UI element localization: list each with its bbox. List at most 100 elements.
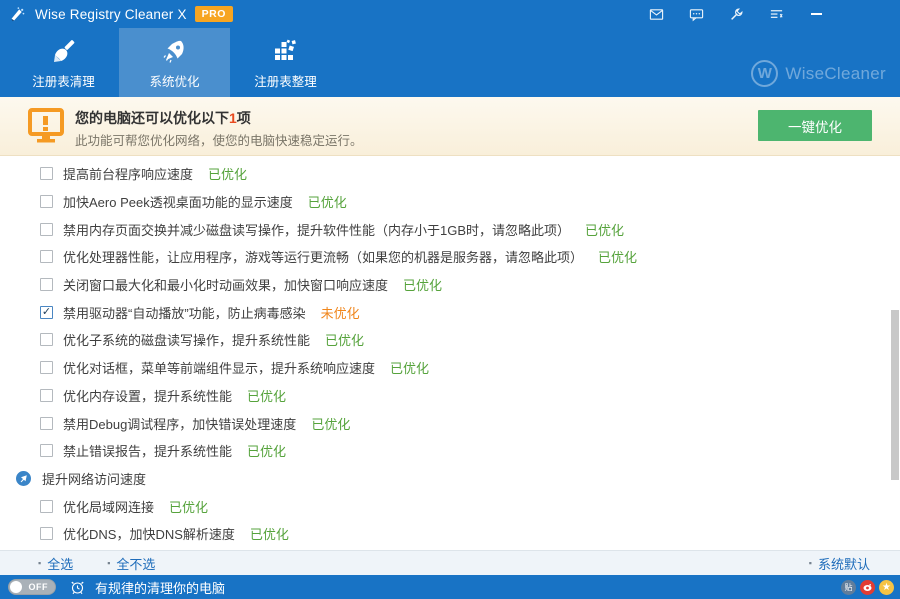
item-checkbox[interactable] (40, 389, 53, 402)
item-status: 已优化 (390, 358, 429, 377)
bullet-icon: ▪ (38, 558, 41, 568)
list-item[interactable]: ✓ 禁用驱动器“自动播放”功能，防止病毒感染 未优化 (0, 298, 900, 326)
item-label: 优化DNS，加快DNS解析速度 (63, 524, 235, 543)
banner-count: 1 (229, 110, 237, 126)
item-status: 已优化 (325, 330, 364, 349)
item-status: 已优化 (250, 524, 289, 543)
selection-footer: ▪ 全选 ▪ 全不选 ▪ 系统默认 (0, 550, 900, 575)
pro-badge: PRO (195, 6, 233, 22)
item-checkbox[interactable]: ✓ (40, 306, 53, 319)
tab-registry-cleaner[interactable]: 注册表清理 (8, 28, 119, 97)
list-item[interactable]: 加快Aero Peek透视桌面功能的显示速度 已优化 (0, 188, 900, 216)
item-checkbox[interactable] (40, 527, 53, 540)
list-item[interactable]: 优化内存设置，提升系统性能 已优化 (0, 382, 900, 410)
item-checkbox[interactable] (40, 500, 53, 513)
item-checkbox[interactable] (40, 250, 53, 263)
select-all-link[interactable]: ▪ 全选 (38, 554, 73, 573)
nav-bar: 注册表清理 系统优化 (0, 28, 900, 97)
item-label: 关闭窗口最大化和最小化时动画效果，加快窗口响应速度 (63, 275, 388, 294)
item-checkbox[interactable] (40, 417, 53, 430)
optimization-list: 提高前台程序响应速度 已优化 加快Aero Peek透视桌面功能的显示速度 已优… (0, 156, 900, 550)
system-default-link[interactable]: ▪ 系统默认 (809, 554, 870, 573)
tab-label: 注册表整理 (254, 71, 317, 90)
list-item[interactable]: 优化子系统的磁盘读写操作，提升系统性能 已优化 (0, 326, 900, 354)
list-item[interactable]: 优化局域网连接 已优化 (0, 492, 900, 520)
titlebar: Wise Registry Cleaner X PRO (0, 0, 900, 28)
select-none-link[interactable]: ▪ 全不选 (107, 554, 155, 573)
toggle-knob (10, 581, 22, 593)
select-all-label: 全选 (47, 554, 73, 573)
item-label: 禁用内存页面交换并减少磁盘读写操作，提升软件性能（内存小于1GB时，请忽略此项） (63, 220, 570, 239)
item-label: 优化处理器性能，让应用程序，游戏等运行更流畅（如果您的机器是服务器，请忽略此项） (63, 247, 583, 266)
tab-label: 系统优化 (149, 71, 199, 90)
select-none-label: 全不选 (116, 554, 155, 573)
one-click-optimize-button[interactable]: 一键优化 (758, 110, 872, 141)
item-checkbox[interactable] (40, 444, 53, 457)
schedule-text: 有规律的清理你的电脑 (95, 578, 225, 597)
item-checkbox[interactable] (40, 278, 53, 291)
mail-icon[interactable] (636, 0, 676, 28)
toggle-state-label: OFF (29, 582, 49, 592)
tab-label: 注册表清理 (32, 71, 95, 90)
list-item[interactable]: 优化处理器性能，让应用程序，游戏等运行更流畅（如果您的机器是服务器，请忽略此项）… (0, 243, 900, 271)
wisecleaner-logo-mark: W (751, 60, 778, 87)
wisecleaner-logo-text: WiseCleaner (785, 64, 886, 84)
monitor-alert-icon (27, 107, 65, 145)
broom-icon (49, 36, 79, 66)
tieba-icon[interactable]: 贴 (841, 580, 856, 595)
item-label: 禁用驱动器“自动播放”功能，防止病毒感染 (63, 303, 306, 322)
tab-registry-defrag[interactable]: 注册表整理 (230, 28, 341, 97)
list-item[interactable]: 提高前台程序响应速度 已优化 (0, 160, 900, 188)
weibo-icon[interactable] (860, 580, 875, 595)
item-status: 已优化 (585, 220, 624, 239)
rocket-icon (160, 36, 190, 66)
titlebar-icons (636, 0, 900, 28)
item-status: 已优化 (208, 164, 247, 183)
star-icon[interactable]: ★ (879, 580, 894, 595)
defrag-blocks-icon (271, 36, 301, 66)
optimization-banner: 您的电脑还可以优化以下1项 此功能可帮您优化网络，使您的电脑快速稳定运行。 一键… (0, 97, 900, 156)
list-section-header[interactable]: 提升网络访问速度 (0, 465, 900, 493)
item-checkbox[interactable] (40, 195, 53, 208)
item-status: 已优化 (247, 441, 286, 460)
bullet-icon: ▪ (107, 558, 110, 568)
item-status: 已优化 (403, 275, 442, 294)
item-checkbox[interactable] (40, 333, 53, 346)
item-label: 提高前台程序响应速度 (63, 164, 193, 183)
item-checkbox[interactable] (40, 361, 53, 374)
item-label: 优化对话框，菜单等前端组件显示，提升系统响应速度 (63, 358, 375, 377)
item-label: 优化子系统的磁盘读写操作，提升系统性能 (63, 330, 310, 349)
list-item[interactable]: 禁止错误报告，提升系统性能 已优化 (0, 437, 900, 465)
section-label: 提升网络访问速度 (42, 469, 146, 488)
item-status: 已优化 (598, 247, 637, 266)
item-status: 已优化 (247, 386, 286, 405)
schedule-toggle[interactable]: OFF (8, 579, 56, 595)
list-item[interactable]: 禁用内存页面交换并减少磁盘读写操作，提升软件性能（内存小于1GB时，请忽略此项）… (0, 215, 900, 243)
item-label: 禁用Debug调试程序，加快错误处理速度 (63, 414, 296, 433)
item-status: 已优化 (308, 192, 347, 211)
app-icon (9, 6, 26, 23)
banner-title: 您的电脑还可以优化以下1项 (75, 108, 251, 128)
item-label: 优化内存设置，提升系统性能 (63, 386, 232, 405)
list-item[interactable]: 优化DNS，加快DNS解析速度 已优化 (0, 520, 900, 548)
banner-subtitle: 此功能可帮您优化网络，使您的电脑快速稳定运行。 (75, 130, 363, 149)
item-status: 已优化 (169, 497, 208, 516)
list-item[interactable]: 禁用Debug调试程序，加快错误处理速度 已优化 (0, 409, 900, 437)
item-status: 已优化 (311, 414, 350, 433)
list-item[interactable]: 优化对话框，菜单等前端组件显示，提升系统响应速度 已优化 (0, 354, 900, 382)
list-item[interactable]: 关闭窗口最大化和最小化时动画效果，加快窗口响应速度 已优化 (0, 271, 900, 299)
item-status: 未优化 (321, 303, 360, 322)
banner-title-prefix: 您的电脑还可以优化以下 (75, 110, 229, 126)
feedback-icon[interactable] (676, 0, 716, 28)
tools-icon[interactable] (716, 0, 756, 28)
tab-system-tuneup[interactable]: 系统优化 (119, 28, 230, 97)
wisecleaner-logo: W WiseCleaner (751, 60, 886, 87)
item-checkbox[interactable] (40, 167, 53, 180)
vertical-scrollbar-thumb[interactable] (891, 310, 899, 480)
statusbar: OFF 有规律的清理你的电脑 贴 ★ (0, 575, 900, 599)
minimize-icon[interactable] (796, 0, 836, 28)
menu-icon[interactable] (756, 0, 796, 28)
alarm-clock-icon (70, 580, 85, 595)
app-title: Wise Registry Cleaner X (35, 7, 187, 22)
item-checkbox[interactable] (40, 223, 53, 236)
